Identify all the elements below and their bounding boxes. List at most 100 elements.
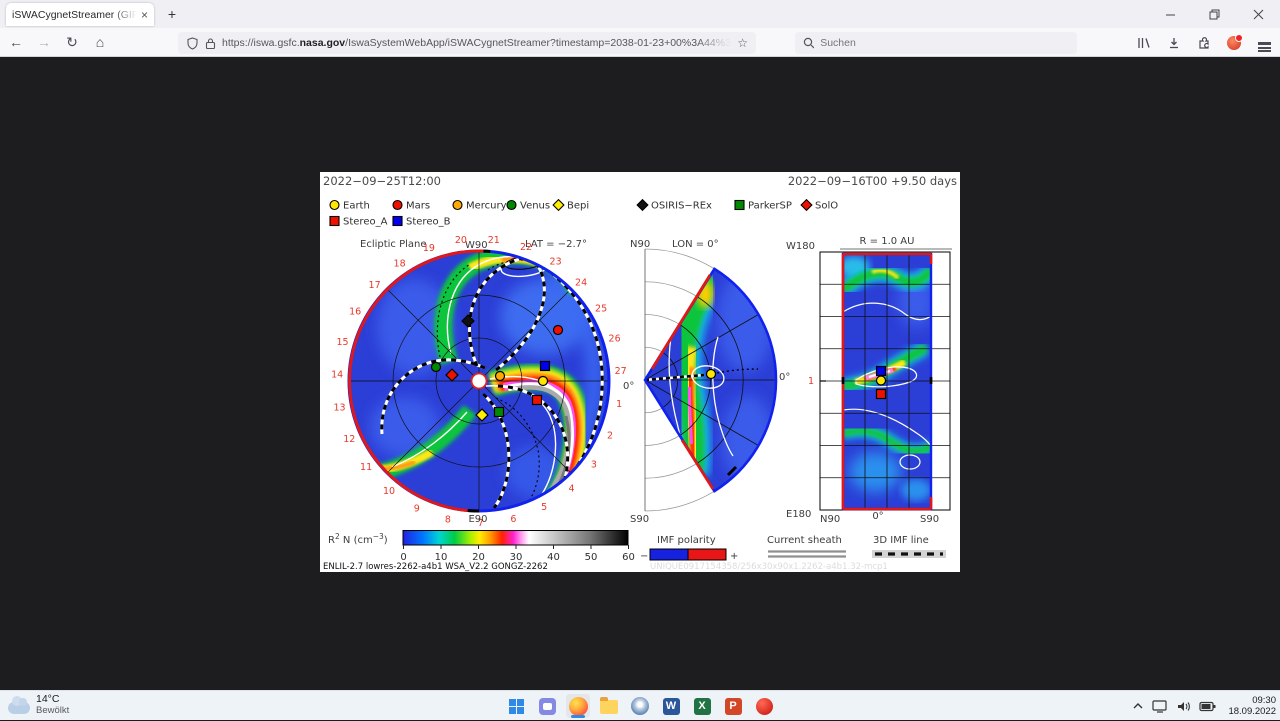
restore-icon <box>1209 9 1220 20</box>
legend-marker <box>553 200 564 211</box>
ecliptic-title: Ecliptic Plane <box>360 239 427 250</box>
day-tick: 19 <box>423 243 435 254</box>
powerpoint-icon: P <box>725 698 742 715</box>
enlil-gif-image[interactable]: 2022−09−25T12:00 2022−09−16T00 +9.50 day… <box>320 172 960 572</box>
start-button[interactable] <box>504 694 528 718</box>
ecliptic-0deg-label: 0° <box>623 381 634 392</box>
legend-marker <box>393 217 402 226</box>
extensions-icon[interactable] <box>1194 32 1214 54</box>
taskbar-red-app[interactable] <box>752 694 776 718</box>
day-tick: 18 <box>394 258 406 269</box>
legend-marker <box>801 200 812 211</box>
fan-0deg-label: 0° <box>779 372 790 383</box>
map-s90-label: S90 <box>920 514 939 525</box>
day-tick: 24 <box>575 277 587 288</box>
day-tick: 20 <box>455 235 467 246</box>
volume-icon[interactable] <box>1176 700 1191 713</box>
browser-tab[interactable]: iSWACygnetStreamer (GIF-Grafik, 96 × <box>6 3 154 26</box>
back-button[interactable]: ← <box>4 30 28 54</box>
forward-button[interactable]: → <box>32 30 56 54</box>
taskbar-word-app[interactable]: W <box>659 694 683 718</box>
close-button[interactable] <box>1236 0 1280 28</box>
navigation-toolbar: ← → ↻ ⌂ https://iswa.gsfc.nasa.gov/IswaS… <box>0 28 1280 57</box>
ecliptic-panel: Ecliptic Plane W90 LAT = −2.7° <box>331 235 634 529</box>
legend-label: Mars <box>406 201 430 212</box>
legend-marker <box>453 201 462 210</box>
tab-close-icon[interactable]: × <box>141 8 148 22</box>
imf-plus: + <box>730 551 738 562</box>
taskbar-explorer-app[interactable] <box>597 694 621 718</box>
earth-marker-fan <box>707 370 716 379</box>
day-tick: 26 <box>609 334 621 345</box>
legend-marker <box>330 217 339 226</box>
battery-icon[interactable] <box>1199 701 1216 712</box>
imf-polarity-title: IMF polarity <box>657 535 716 546</box>
map-n90-label: N90 <box>820 514 840 525</box>
day-tick: 8 <box>445 515 451 526</box>
taskbar-chat-app[interactable] <box>535 694 559 718</box>
taskbar-excel-app[interactable]: X <box>690 694 714 718</box>
tab-bar: iSWACygnetStreamer (GIF-Grafik, 96 × + <box>0 0 1280 28</box>
image-view-background: 2022−09−25T12:00 2022−09−16T00 +9.50 day… <box>0 57 1280 690</box>
day-tick: 2 <box>607 431 613 442</box>
bookmark-star-icon[interactable]: ☆ <box>737 36 748 50</box>
library-icon[interactable] <box>1134 32 1154 54</box>
colorbar-tick-label: 40 <box>547 552 560 563</box>
timestamp-current: 2022−09−25T12:00 <box>323 174 441 188</box>
network-icon[interactable] <box>1152 700 1168 713</box>
search-bar[interactable] <box>795 32 1077 54</box>
legend-label: OSIRIS−REx <box>651 201 712 212</box>
windows-logo-icon <box>509 699 524 714</box>
account-avatar[interactable] <box>1224 32 1244 54</box>
day-tick: 6 <box>510 514 516 525</box>
url-bar[interactable]: https://iswa.gsfc.nasa.gov/IswaSystemWeb… <box>178 32 756 54</box>
legend-marker <box>393 201 402 210</box>
mercury-marker <box>496 372 505 381</box>
word-icon: W <box>663 698 680 715</box>
search-icon <box>803 37 814 49</box>
reload-button[interactable]: ↻ <box>60 30 84 54</box>
day-tick: 17 <box>369 280 381 291</box>
imf-line-title: 3D IMF line <box>873 535 929 546</box>
home-button[interactable]: ⌂ <box>88 30 112 54</box>
thunderbird-icon <box>631 697 649 715</box>
tray-chevron-icon[interactable] <box>1132 702 1144 710</box>
stereo-b-marker-map <box>877 367 886 376</box>
minimize-button[interactable] <box>1148 0 1192 28</box>
model-run-label: ENLIL-2.7 lowres-2262-a4b1 WSA_V2.2 GONG… <box>323 562 548 572</box>
restore-button[interactable] <box>1192 0 1236 28</box>
map-r-tick: 1 <box>808 376 814 387</box>
taskbar-firefox-app[interactable] <box>566 694 590 718</box>
tracking-shield-icon[interactable] <box>186 37 199 50</box>
taskbar-thunderbird-app[interactable] <box>628 694 652 718</box>
taskbar-weather-widget[interactable]: 14°C Bewölkt <box>8 693 69 716</box>
folder-icon <box>600 700 618 714</box>
download-icon[interactable] <box>1164 32 1184 54</box>
firefox-icon <box>569 697 588 716</box>
day-tick: 16 <box>349 306 361 317</box>
colorbar-tick-label: 50 <box>585 552 598 563</box>
map-markers <box>877 367 886 399</box>
earth-marker-map <box>877 376 886 385</box>
earth-marker <box>539 377 548 386</box>
model-run-id-faint: UNIQUE0917154358/256x30x90x1.2262-a4b1.3… <box>650 562 888 572</box>
minimize-icon <box>1165 9 1176 20</box>
day-tick: 11 <box>360 462 372 473</box>
stereo-a-marker-map <box>877 390 886 399</box>
day-tick: 12 <box>343 434 355 445</box>
meridional-panel: N90 LON = 0° <box>630 239 790 525</box>
taskbar-clock[interactable]: 09:30 18.09.2022 <box>1228 695 1276 717</box>
legend-marker <box>735 201 744 210</box>
menu-icon[interactable] <box>1254 32 1274 54</box>
legend-marker <box>637 200 648 211</box>
colorbar-label: R2 N (cm−3) <box>328 532 388 546</box>
lock-icon[interactable] <box>205 37 216 50</box>
new-tab-button[interactable]: + <box>162 5 182 25</box>
legend-label: Venus <box>520 201 550 212</box>
day-tick: 27 <box>615 366 627 377</box>
day-tick: 21 <box>488 235 500 246</box>
enlil-visualization: 2022−09−25T12:00 2022−09−16T00 +9.50 day… <box>320 172 960 572</box>
search-input[interactable] <box>820 37 1069 49</box>
toolbar-right-icons <box>1134 32 1274 54</box>
taskbar-powerpoint-app[interactable]: P <box>721 694 745 718</box>
